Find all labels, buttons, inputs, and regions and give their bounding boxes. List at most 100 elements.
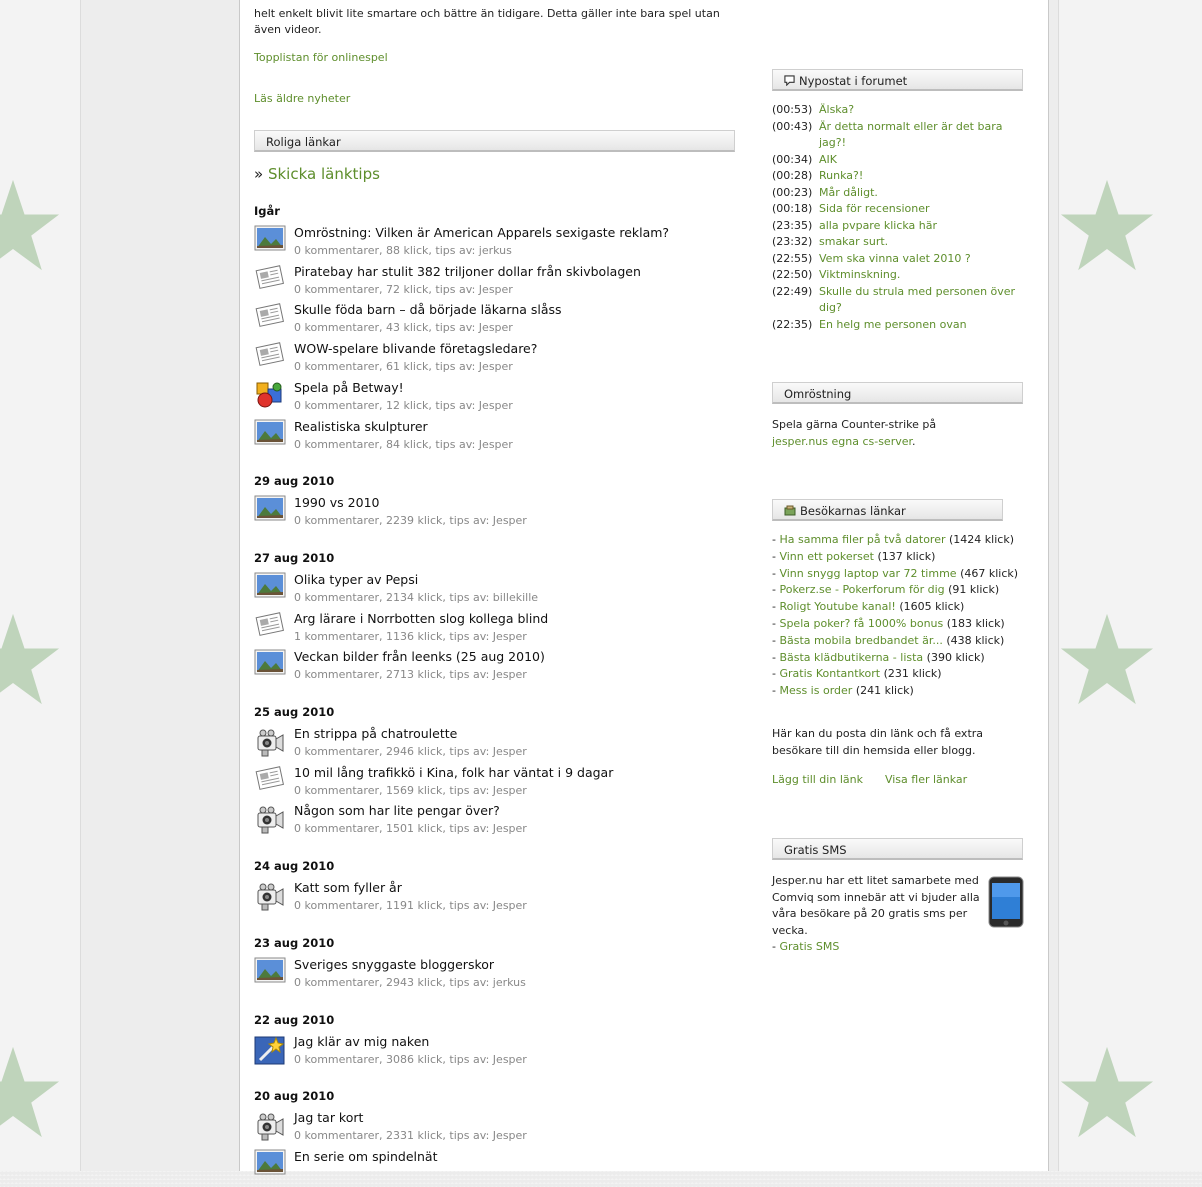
forum-post-time: (22:35): [772, 317, 813, 331]
visitor-link[interactable]: Pokerz.se - Pokerforum för dig: [779, 583, 944, 596]
fun-link-meta: 0 kommentarer, 12 klick, tips av: Jesper: [294, 398, 513, 412]
fun-link-item[interactable]: Katt som fyller år 0 kommentarer, 1191 kl…: [254, 880, 734, 918]
date-heading: 24 aug 2010: [254, 859, 335, 874]
intro-line-1: helt enkelt blivit lite smartare och bät…: [254, 7, 720, 20]
fun-link-title[interactable]: Spela på Betway!: [294, 380, 404, 395]
forum-post[interactable]: (00:18) Sida för recensioner: [772, 201, 1024, 218]
forum-post[interactable]: (22:50) Viktminskning.: [772, 267, 1024, 284]
left-gutter: [81, 0, 239, 1171]
fun-link-title[interactable]: Olika typer av Pepsi: [294, 572, 418, 587]
fun-link-item[interactable]: Piratebay har stulit 382 triljoner dolla…: [254, 264, 734, 302]
forum-post[interactable]: (00:23) Mår dåligt.: [772, 185, 1024, 202]
fun-link-title[interactable]: En serie om spindelnät: [294, 1149, 438, 1164]
forum-post-link[interactable]: smakar surt.: [819, 234, 1019, 251]
fun-link-title[interactable]: Jag tar kort: [294, 1110, 363, 1125]
right-gutter: [1048, 0, 1058, 1171]
forum-post-link[interactable]: Älska?: [819, 102, 1019, 119]
fun-link-title[interactable]: WOW-spelare blivande företagsledare?: [294, 341, 537, 356]
fun-link-item[interactable]: Jag klär av mig naken 0 kommentarer, 3086…: [254, 1034, 734, 1072]
fun-link-title[interactable]: Piratebay har stulit 382 triljoner dolla…: [294, 264, 641, 279]
fun-link-title[interactable]: Arg lärare i Norrbotten slog kollega bli…: [294, 611, 548, 626]
visitor-link-item: - Gratis Kontantkort (231 klick): [772, 667, 942, 681]
fun-link-title[interactable]: Realistiska skulpturer: [294, 419, 428, 434]
camera-icon: [254, 1110, 288, 1142]
fun-link-title[interactable]: Sveriges snyggaste bloggerskor: [294, 957, 494, 972]
visitor-link[interactable]: Bästa klädbutikerna - lista: [779, 651, 923, 664]
fun-link-title[interactable]: Jag klär av mig naken: [294, 1034, 429, 1049]
fun-link-item[interactable]: WOW-spelare blivande företagsledare? 0 ko…: [254, 341, 734, 379]
forum-post-link[interactable]: Sida för recensioner: [819, 201, 1019, 218]
forum-post[interactable]: (00:34) AIK: [772, 152, 1024, 169]
fun-link-title[interactable]: Skulle föda barn – då började läkarna sl…: [294, 302, 562, 317]
forum-post-link[interactable]: alla pvpare klicka här: [819, 218, 1019, 235]
forum-post[interactable]: (23:32) smakar surt.: [772, 234, 1024, 251]
forum-post[interactable]: (22:35) En helg me personen ovan: [772, 317, 1024, 334]
visitor-link[interactable]: Vinn ett pokerset: [779, 550, 873, 563]
newspaper-icon: [254, 611, 288, 643]
visitor-link[interactable]: Gratis Kontantkort: [779, 667, 880, 680]
fun-link-item[interactable]: Skulle föda barn – då började läkarna sl…: [254, 302, 734, 340]
fun-link-title[interactable]: Katt som fyller år: [294, 880, 402, 895]
fun-link-item[interactable]: En strippa på chatroulette 0 kommentarer,…: [254, 726, 734, 764]
forum-post[interactable]: (22:49) Skulle du strula med personen öve…: [772, 284, 1024, 317]
fun-link-meta: 0 kommentarer, 2134 klick, tips av: bill…: [294, 590, 539, 604]
add-link-link[interactable]: Lägg till din länk: [772, 773, 863, 786]
star-decoration-icon: [0, 613, 60, 705]
visitor-link[interactable]: Spela poker? få 1000% bonus: [779, 617, 943, 630]
visitor-link-item: - Vinn ett pokerset (137 klick): [772, 549, 936, 563]
forum-post-link[interactable]: AIK: [819, 152, 1019, 169]
forum-post-link[interactable]: Vem ska vinna valet 2010 ?: [819, 251, 1019, 268]
visitor-link[interactable]: Vinn snygg laptop var 72 timme: [779, 567, 956, 580]
fun-link-title[interactable]: 10 mil lång trafikkö i Kina, folk har vä…: [294, 765, 613, 780]
fun-link-item[interactable]: Arg lärare i Norrbotten slog kollega bli…: [254, 611, 734, 649]
intro-line-2: även videor.: [254, 23, 322, 36]
older-news-link[interactable]: Läs äldre nyheter: [254, 92, 350, 105]
fun-link-meta: 0 kommentarer, 61 klick, tips av: Jesper: [294, 360, 513, 374]
landscape-icon: [254, 1149, 288, 1181]
forum-post-link[interactable]: Viktminskning.: [819, 267, 1019, 284]
forum-post[interactable]: (00:43) Är detta normalt eller är det bar…: [772, 119, 1024, 152]
newspaper-icon: [254, 341, 288, 373]
fun-link-title[interactable]: Omröstning: Vilken är American Apparels …: [294, 225, 669, 240]
forum-post-link[interactable]: Skulle du strula med personen över dig?: [819, 284, 1019, 317]
fun-link-item[interactable]: En serie om spindelnät: [254, 1149, 734, 1187]
forum-post-link[interactable]: En helg me personen ovan: [819, 317, 1019, 334]
visitor-links-actions: Lägg till din länk Visa fler länkar: [772, 772, 1024, 789]
forum-post[interactable]: (23:35) alla pvpare klicka här: [772, 218, 1024, 235]
fun-link-item[interactable]: Omröstning: Vilken är American Apparels …: [254, 225, 734, 263]
fun-link-title[interactable]: 1990 vs 2010: [294, 495, 379, 510]
fun-link-title[interactable]: Veckan bilder från leenks (25 aug 2010): [294, 649, 545, 664]
forum-post[interactable]: (00:28) Runka?!: [772, 168, 1024, 185]
fun-link-item[interactable]: 1990 vs 2010 0 kommentarer, 2239 klick, t…: [254, 495, 734, 533]
fun-link-item[interactable]: Sveriges snyggaste bloggerskor 0 kommenta…: [254, 957, 734, 995]
forum-post-link[interactable]: Runka?!: [819, 168, 1019, 185]
landscape-icon: [254, 495, 288, 527]
forum-post-link[interactable]: Mår dåligt.: [819, 185, 1019, 202]
forum-post-link[interactable]: Är detta normalt eller är det bara jag?!: [819, 119, 1019, 152]
toplist-link[interactable]: Topplistan för onlinespel: [254, 51, 388, 64]
date-heading: 22 aug 2010: [254, 1012, 335, 1027]
fun-link-title[interactable]: En strippa på chatroulette: [294, 726, 457, 741]
visitor-link[interactable]: Bästa mobila bredbandet är...: [779, 634, 942, 647]
visitor-link[interactable]: Roligt Youtube kanal!: [779, 600, 895, 613]
fun-link-item[interactable]: Olika typer av Pepsi 0 kommentarer, 2134 …: [254, 572, 734, 610]
fun-link-item[interactable]: Realistiska skulpturer 0 kommentarer, 84 …: [254, 419, 734, 457]
more-links-link[interactable]: Visa fler länkar: [885, 773, 967, 786]
sms-link[interactable]: Gratis SMS: [779, 940, 839, 953]
visitor-link[interactable]: Mess is order: [779, 684, 852, 697]
visitor-link[interactable]: Ha samma filer på två datorer: [779, 533, 945, 546]
fun-link-item[interactable]: 10 mil lång trafikkö i Kina, folk har vä…: [254, 765, 734, 803]
star-decoration-icon: [1060, 613, 1154, 705]
fun-link-item[interactable]: Någon som har lite pengar över? 0 komment…: [254, 803, 734, 841]
cs-server-link[interactable]: jesper.nus egna cs-server: [772, 435, 912, 448]
fun-link-title[interactable]: Någon som har lite pengar över?: [294, 803, 500, 818]
fun-link-item[interactable]: Jag tar kort 0 kommentarer, 2331 klick, t…: [254, 1110, 734, 1148]
send-tip-link[interactable]: Skicka länktips: [268, 165, 380, 183]
fun-link-item[interactable]: Veckan bilder från leenks (25 aug 2010) 0…: [254, 649, 734, 687]
visitor-link-item: - Bästa mobila bredbandet är... (438 kli…: [772, 633, 1005, 647]
forum-post[interactable]: (00:53) Älska?: [772, 102, 1024, 119]
forum-post[interactable]: (22:55) Vem ska vinna valet 2010 ?: [772, 251, 1024, 268]
date-heading: 25 aug 2010: [254, 705, 335, 719]
fun-link-item[interactable]: Spela på Betway! 0 kommentarer, 12 klick,…: [254, 380, 734, 418]
visitor-link-clicks: (183 klick): [946, 616, 1005, 630]
